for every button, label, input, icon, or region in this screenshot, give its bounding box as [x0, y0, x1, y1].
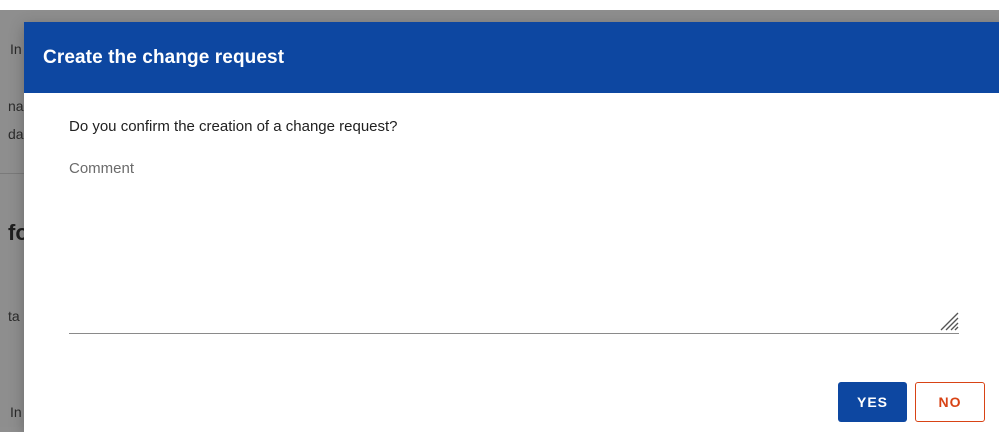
comment-field: Comment	[69, 160, 959, 334]
background-text-fragment: In	[10, 41, 22, 57]
background-text-fragment: da	[8, 126, 24, 142]
dialog-header: Create the change request	[24, 22, 999, 93]
resize-handle-icon[interactable]	[937, 309, 959, 331]
background-text-fragment: In	[10, 404, 22, 420]
comment-textarea[interactable]	[69, 184, 959, 332]
create-change-request-dialog: Create the change request Do you confirm…	[24, 22, 999, 432]
dialog-title: Create the change request	[43, 46, 285, 68]
confirmation-question: Do you confirm the creation of a change …	[69, 118, 398, 135]
background-text-fragment: na	[8, 98, 24, 114]
background-top-strip	[0, 0, 999, 10]
background-text-fragment: ta	[8, 308, 20, 324]
no-button[interactable]: NO	[915, 382, 985, 422]
yes-button[interactable]: YES	[838, 382, 907, 422]
comment-label: Comment	[69, 160, 135, 177]
